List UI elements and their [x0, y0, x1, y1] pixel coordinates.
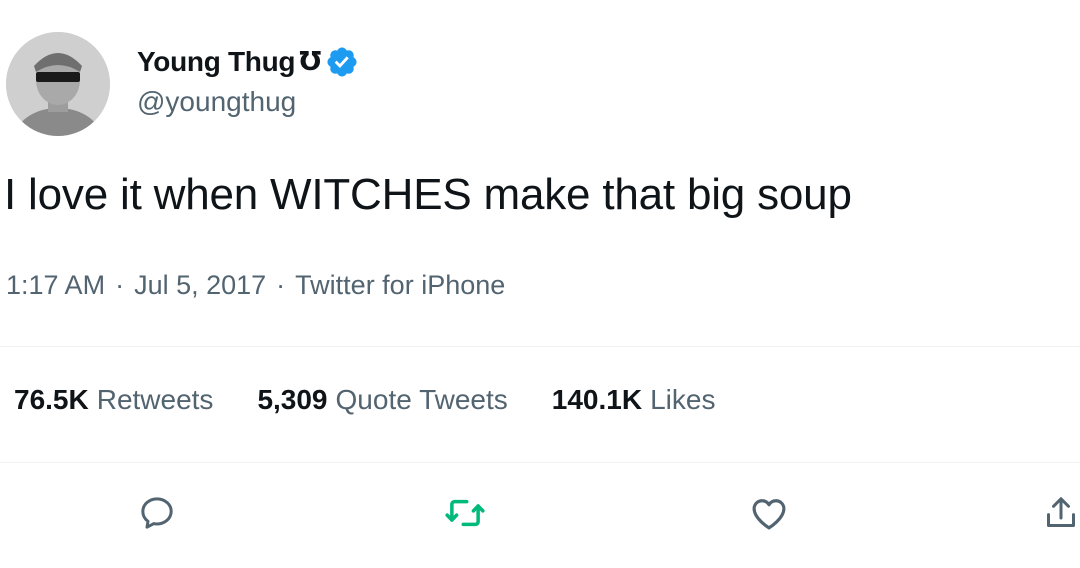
display-name[interactable]: Young Thug	[137, 46, 296, 78]
divider	[0, 346, 1080, 347]
tweet-meta: 1:17 AM · Jul 5, 2017 · Twitter for iPhone	[6, 270, 505, 301]
tweet-stats: 76.5K Retweets 5,309 Quote Tweets 140.1K Li…	[14, 384, 715, 416]
retweet-button[interactable]	[444, 492, 486, 534]
likes-label: Likes	[650, 384, 716, 415]
display-name-row[interactable]: Young Thug Ʊ	[137, 42, 359, 82]
likes-count: 140.1K	[551, 384, 643, 415]
quote-tweets-stat[interactable]: 5,309 Quote Tweets	[257, 384, 507, 416]
tweet-text: I love it when WITCHES make that big sou…	[4, 170, 852, 219]
name-glyph: Ʊ	[299, 47, 322, 77]
avatar-image	[6, 32, 110, 136]
likes-stat[interactable]: 140.1K Likes	[552, 384, 716, 416]
retweets-label: Retweets	[96, 384, 214, 415]
verified-badge-icon	[325, 45, 359, 79]
tweet-source[interactable]: Twitter for iPhone	[295, 270, 505, 300]
retweets-count: 76.5K	[14, 384, 89, 415]
avatar[interactable]	[6, 32, 110, 136]
share-button[interactable]	[1040, 492, 1080, 534]
tweet-card: Young Thug Ʊ @youngthug I love it when W…	[0, 0, 1080, 568]
meta-separator: ·	[276, 270, 286, 300]
retweets-stat[interactable]: 76.5K Retweets	[14, 384, 213, 416]
divider	[0, 462, 1080, 463]
meta-separator: ·	[115, 270, 125, 300]
quote-tweets-label: Quote Tweets	[335, 384, 508, 415]
tweet-date[interactable]: Jul 5, 2017	[134, 270, 266, 300]
retweet-icon	[445, 499, 485, 527]
user-handle[interactable]: @youngthug	[137, 86, 296, 118]
like-button[interactable]	[748, 492, 790, 534]
heart-icon	[752, 499, 786, 530]
tweet-time[interactable]: 1:17 AM	[6, 270, 105, 300]
share-icon	[1047, 497, 1075, 527]
reply-icon	[141, 497, 173, 529]
quote-tweets-count: 5,309	[257, 384, 328, 415]
reply-button[interactable]	[136, 492, 178, 534]
